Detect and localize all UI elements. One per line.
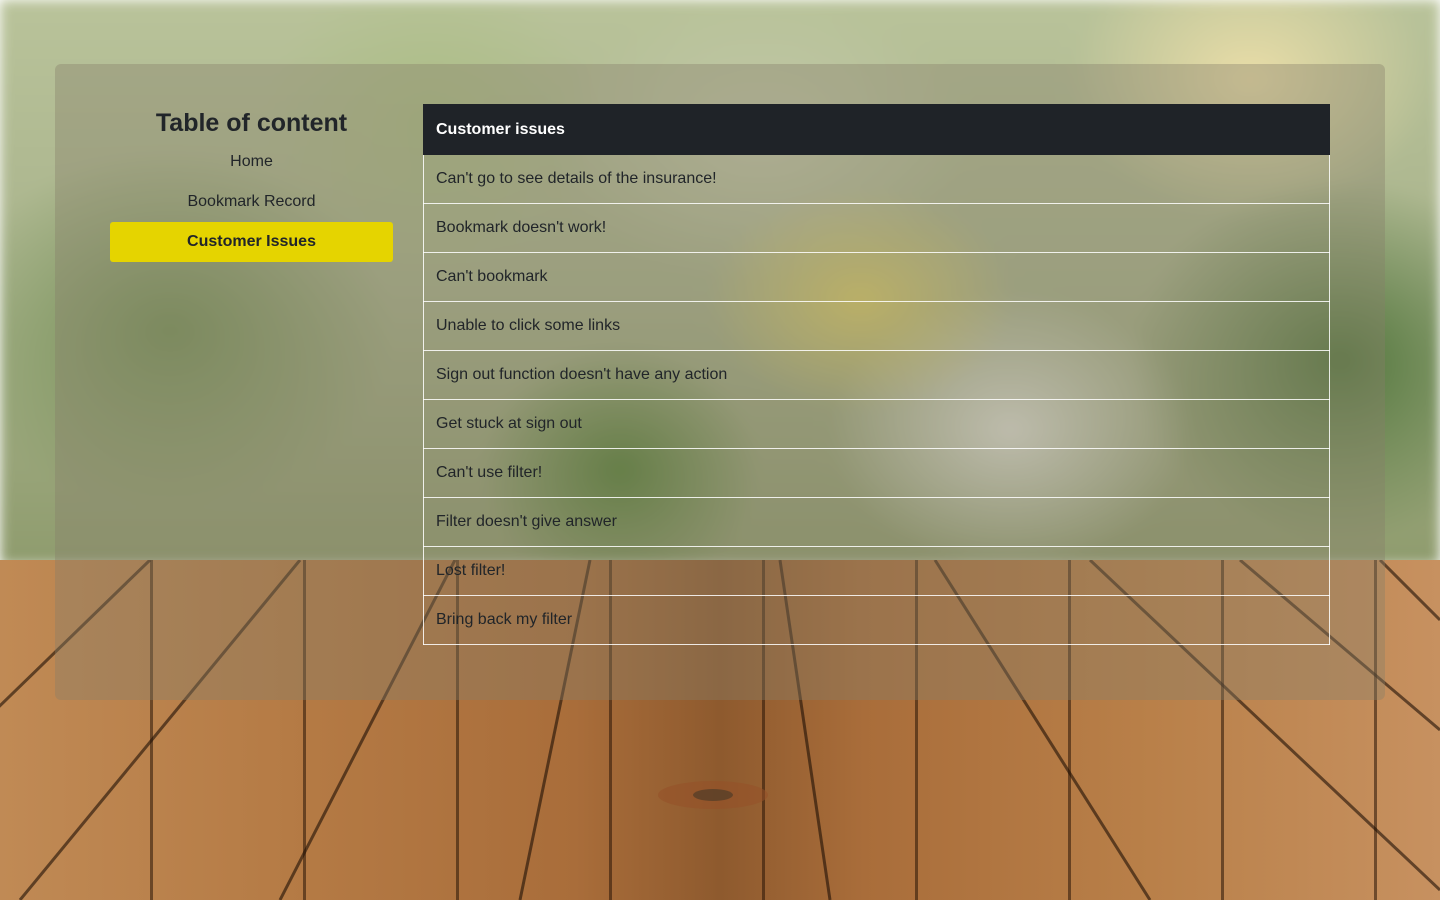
content-panel: Table of content Home Bookmark Record Cu…	[55, 64, 1385, 700]
issue-cell: Sign out function doesn't have any actio…	[423, 350, 1330, 400]
issue-cell: Get stuck at sign out	[423, 399, 1330, 449]
toc-list: Home Bookmark Record Customer Issues	[110, 142, 393, 262]
table-row: Get stuck at sign out	[423, 399, 1330, 449]
table-row: Sign out function doesn't have any actio…	[423, 350, 1330, 400]
table-row: Bookmark doesn't work!	[423, 203, 1330, 253]
nav-link-customer-issues[interactable]: Customer Issues	[110, 222, 393, 262]
nav-link-home[interactable]: Home	[110, 142, 393, 182]
issue-cell: Can't bookmark	[423, 252, 1330, 302]
issue-cell: Unable to click some links	[423, 301, 1330, 351]
nav-link-bookmark-record[interactable]: Bookmark Record	[110, 182, 393, 222]
table-header-row: Customer issues	[423, 104, 1330, 155]
table-row: Can't bookmark	[423, 252, 1330, 302]
issue-cell: Can't go to see details of the insurance…	[423, 154, 1330, 204]
issue-cell: Bookmark doesn't work!	[423, 203, 1330, 253]
table-row: Can't go to see details of the insurance…	[423, 154, 1330, 204]
table-of-contents: Table of content Home Bookmark Record Cu…	[110, 104, 393, 262]
toc-title: Table of content	[155, 109, 348, 137]
table-row: Lost filter!	[423, 546, 1330, 596]
table-row: Unable to click some links	[423, 301, 1330, 351]
table-row: Filter doesn't give answer	[423, 497, 1330, 547]
table-row: Bring back my filter	[423, 595, 1330, 645]
issue-cell: Lost filter!	[423, 546, 1330, 596]
issue-cell: Can't use filter!	[423, 448, 1330, 498]
customer-issues-table: Customer issues Can't go to see details …	[423, 104, 1330, 645]
issue-cell: Bring back my filter	[423, 595, 1330, 645]
table-header-customer-issues: Customer issues	[423, 104, 1330, 155]
table-row: Can't use filter!	[423, 448, 1330, 498]
issue-cell: Filter doesn't give answer	[423, 497, 1330, 547]
